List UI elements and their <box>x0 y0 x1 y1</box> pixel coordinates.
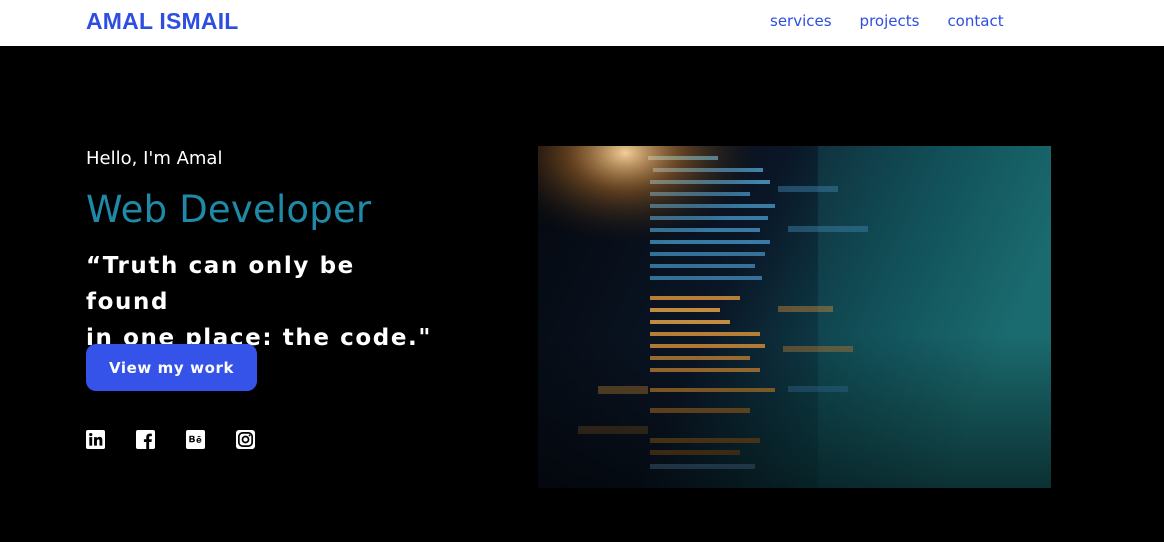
instagram-icon[interactable] <box>236 430 255 449</box>
social-links <box>86 430 286 449</box>
navbar: AMAL ISMAIL services projects contact <box>0 0 1164 46</box>
hero-quote-line-1: “Truth can only be found <box>86 253 355 315</box>
code-screen-image <box>538 146 1051 488</box>
hero-quote: “Truth can only be found in one place: t… <box>86 248 446 356</box>
facebook-icon[interactable] <box>136 430 155 449</box>
nav-link-projects[interactable]: projects <box>860 12 920 30</box>
nav-links: services projects contact <box>770 12 1032 30</box>
view-my-work-button[interactable]: View my work <box>86 344 257 391</box>
nav-link-services[interactable]: services <box>770 12 832 30</box>
site-logo[interactable]: AMAL ISMAIL <box>86 8 239 35</box>
nav-link-contact[interactable]: contact <box>947 12 1003 30</box>
hero-section: Hello, I'm Amal Web Developer “Truth can… <box>0 46 1164 542</box>
linkedin-icon[interactable] <box>86 430 105 449</box>
behance-icon[interactable] <box>186 430 205 449</box>
hero-greeting: Hello, I'm Amal <box>86 148 223 169</box>
hero-role: Web Developer <box>86 188 372 231</box>
